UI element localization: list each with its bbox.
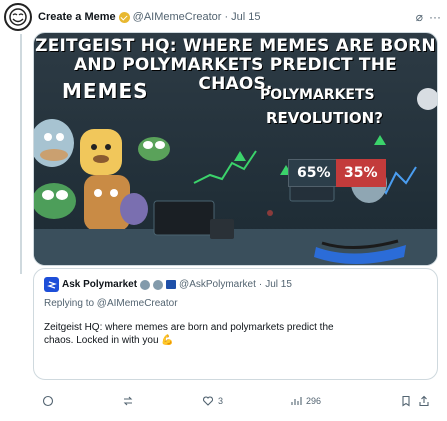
share-button[interactable] <box>418 395 432 407</box>
grok-icon[interactable]: ⌀ <box>416 10 423 24</box>
mug <box>267 210 273 216</box>
quoted-post[interactable]: Ask Polymarket @AskPolymarket · Jul 15 R… <box>33 268 438 380</box>
quoted-text-line-2-text: chaos. Locked in with you <box>44 335 159 346</box>
quoted-text-line-2: chaos. Locked in with you 💪 <box>44 334 427 347</box>
heart-icon <box>202 396 214 406</box>
character-purple <box>120 193 148 225</box>
affiliate-badge-icon <box>153 279 164 290</box>
separator: · <box>224 11 229 23</box>
quoted-post-header: Ask Polymarket @AskPolymarket · Jul 15 <box>44 277 427 292</box>
author-name[interactable]: Create a Meme <box>38 11 116 23</box>
arrow-up-icon <box>374 135 386 145</box>
polymarket-avatar[interactable] <box>44 277 59 292</box>
gray-verified-icon <box>140 279 151 290</box>
repost-button[interactable] <box>122 395 202 407</box>
revolution-label: REVOLUTION? <box>266 109 383 127</box>
bookmark-button[interactable] <box>400 395 418 407</box>
post-header: Create a Meme @AIMemeCreator · Jul 15 ⌀ … <box>4 3 441 31</box>
quoted-author-handle[interactable]: @AskPolymarket <box>179 279 256 290</box>
like-count: 3 <box>218 396 224 406</box>
monitor-left <box>153 200 215 236</box>
pepe-character <box>138 137 170 161</box>
thread-line <box>20 34 22 274</box>
quoted-post-text: Zeitgeist HQ: where memes are born and p… <box>44 321 427 347</box>
reply-icon <box>42 395 54 407</box>
like-button[interactable]: 3 <box>202 395 290 407</box>
meme-title-line-1: ZEITGEIST HQ: WHERE MEMES ARE BORN <box>35 36 436 56</box>
muscle-emoji-icon: 💪 <box>161 335 174 346</box>
header-actions: ⌀ ··· <box>416 10 441 24</box>
bookmark-icon <box>402 395 410 407</box>
action-bar: 3 296 <box>42 392 432 410</box>
verified-badge-icon <box>118 11 130 23</box>
quoted-author-name[interactable]: Ask Polymarket <box>62 279 137 290</box>
quoted-post-date[interactable]: Jul 15 <box>265 279 292 290</box>
chart-line-left <box>193 150 257 184</box>
separator: · <box>258 279 263 290</box>
monitor-stand <box>210 219 234 239</box>
replying-to[interactable]: Replying to @AIMemeCreator <box>44 298 427 309</box>
author-line: Create a Meme @AIMemeCreator · Jul 15 <box>38 11 261 23</box>
post-date[interactable]: Jul 15 <box>231 11 260 23</box>
reply-button[interactable] <box>42 395 122 407</box>
author-handle[interactable]: @AIMemeCreator <box>133 11 222 23</box>
views-button[interactable]: 296 <box>290 395 400 407</box>
quoted-text-line-1: Zeitgeist HQ: where memes are born and p… <box>44 322 334 333</box>
repost-icon <box>123 396 133 406</box>
meme-image[interactable]: ZEITGEIST HQ: WHERE MEMES ARE BORN AND P… <box>33 32 438 266</box>
polymarkets-label: POLYMARKETS <box>260 87 375 103</box>
arrow-up-icon <box>234 151 246 161</box>
memes-label: MEMES <box>62 79 149 103</box>
views-chart-icon <box>291 397 302 405</box>
doge-character <box>80 129 122 175</box>
organization-badge-icon <box>166 280 177 289</box>
yes-percent: 65% <box>288 159 340 187</box>
no-percent: 35% <box>336 159 386 187</box>
author-avatar[interactable] <box>4 3 32 31</box>
pepe-character-2 <box>34 183 76 219</box>
polymarket-logo-icon <box>46 280 57 289</box>
more-icon[interactable]: ··· <box>429 10 441 24</box>
meme-face-icon <box>9 8 27 26</box>
view-count: 296 <box>306 396 322 406</box>
share-icon <box>419 395 429 407</box>
